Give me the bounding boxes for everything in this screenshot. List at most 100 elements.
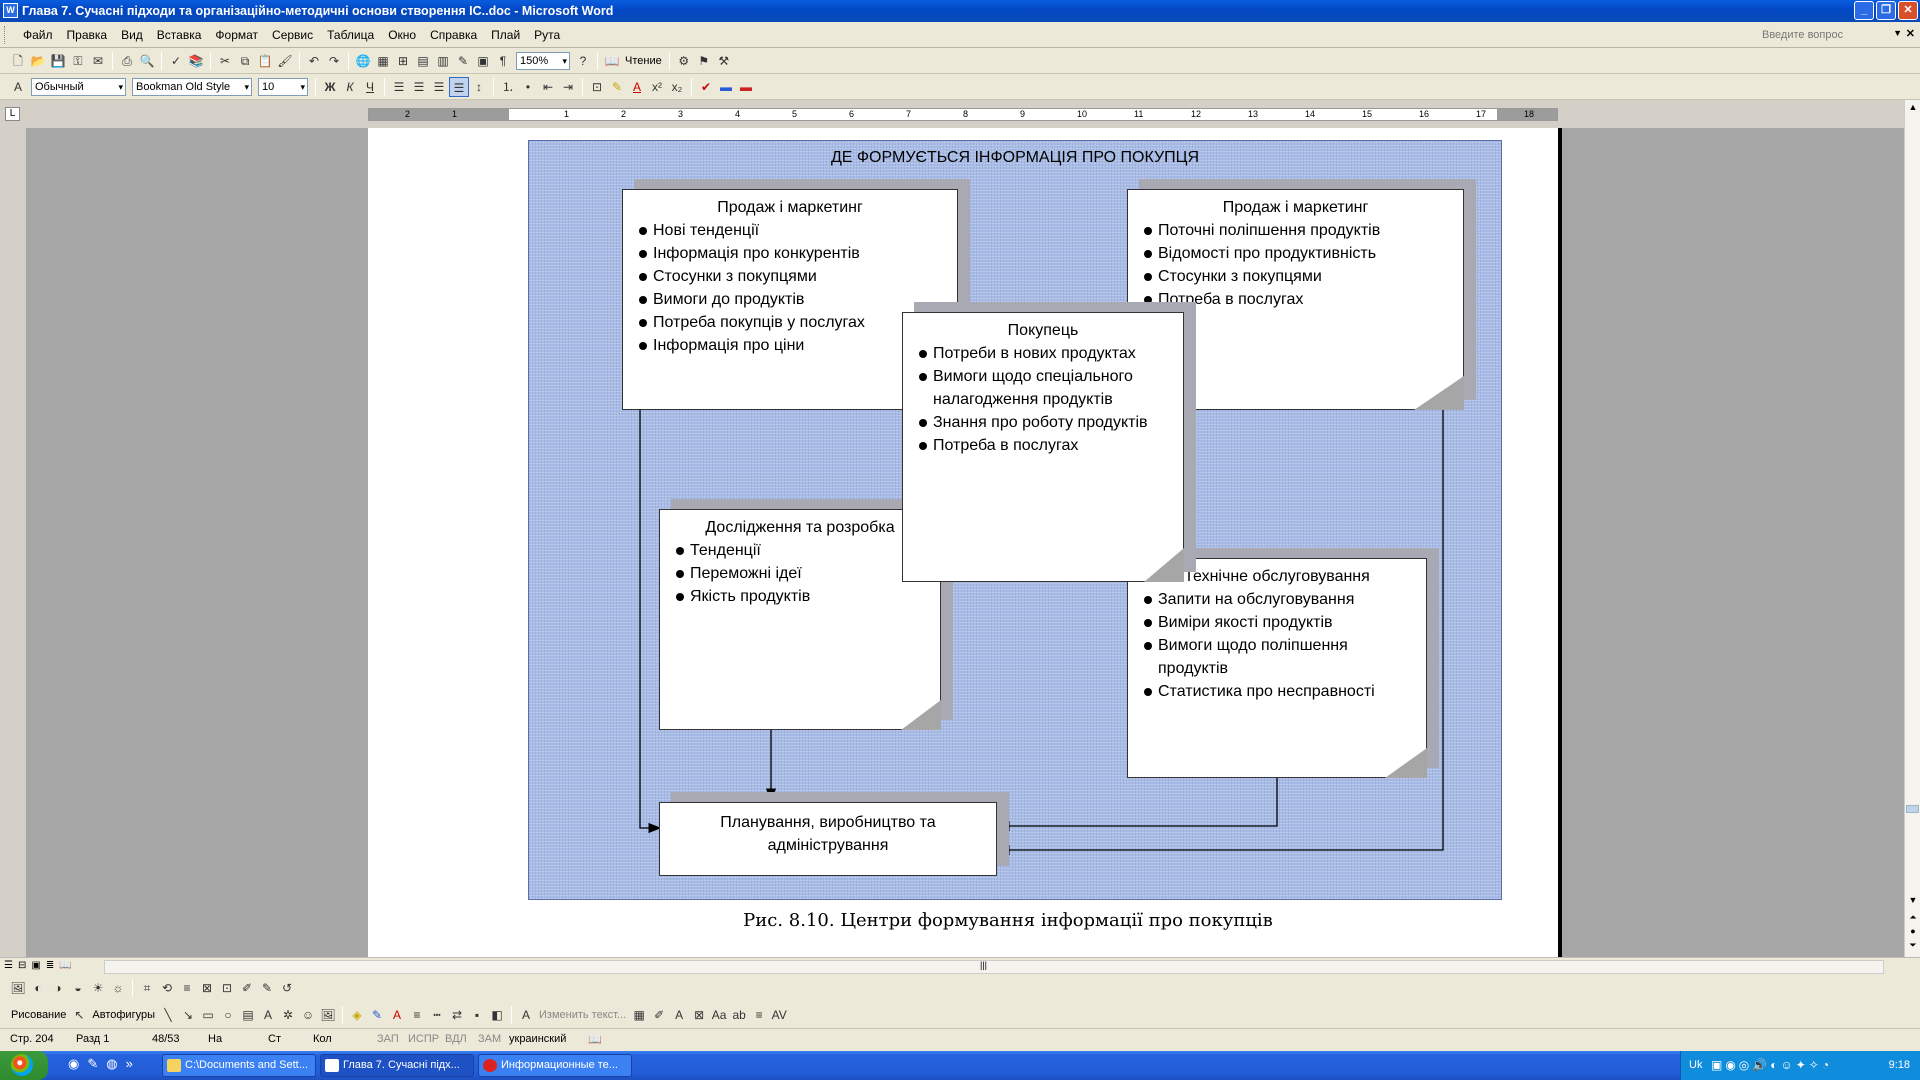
menu-table[interactable]: Таблица (320, 28, 381, 42)
task-opera[interactable]: Информационные те... (478, 1054, 632, 1077)
3d-icon[interactable]: ◧ (487, 1005, 507, 1025)
oval-icon[interactable]: ○ (218, 1005, 238, 1025)
highlight-icon[interactable]: ✎ (607, 77, 627, 97)
increase-indent-icon[interactable]: ⇥ (558, 77, 578, 97)
vertical-text-icon[interactable]: ab (729, 1005, 749, 1025)
diagram-icon[interactable]: ✲ (278, 1005, 298, 1025)
compress-icon[interactable]: ⊠ (197, 978, 217, 998)
status-language[interactable]: украинский (509, 1033, 566, 1045)
styles-pane-icon[interactable]: A (8, 77, 28, 97)
ruler-track[interactable]: 2 1 1 2 3 4 5 6 7 8 9 10 11 12 13 14 15 … (368, 108, 1558, 121)
vertical-scrollbar[interactable]: ▲ ▼ ⏶ ● ⏷ (1904, 100, 1920, 957)
box-customer[interactable]: Покупець Потреби в нових продуктах Вимог… (902, 312, 1184, 582)
messenger-icon[interactable]: ◉ (68, 1056, 79, 1072)
web-view-icon[interactable]: ⊟ (18, 960, 26, 971)
start-button[interactable] (0, 1051, 48, 1080)
arrow-style-icon[interactable]: ⇄ (447, 1005, 467, 1025)
task-explorer[interactable]: C:\Documents and Sett... (162, 1054, 316, 1077)
h-scroll-track[interactable] (104, 960, 1884, 974)
more-contrast-icon[interactable]: ◑ (48, 978, 68, 998)
drawing-icon[interactable]: ✎ (453, 51, 473, 71)
menu-tools[interactable]: Сервис (265, 28, 320, 42)
show-formatting-icon[interactable]: ¶ (493, 51, 513, 71)
clipart-icon[interactable]: ☺ (298, 1005, 318, 1025)
browser-icon[interactable]: ◍ (106, 1056, 117, 1072)
arrow-icon[interactable]: ↘ (178, 1005, 198, 1025)
redo-icon[interactable]: ↷ (324, 51, 344, 71)
more-brightness-icon[interactable]: ☀ (88, 978, 108, 998)
outline-view-icon[interactable]: ≣ (46, 960, 54, 971)
research-icon[interactable]: 📚 (186, 51, 206, 71)
tab-selector[interactable]: L (5, 107, 20, 121)
format-painter-icon[interactable]: 🖌 (275, 51, 295, 71)
shadow-icon[interactable]: ▪ (467, 1005, 487, 1025)
close-icon[interactable]: ✕ (1898, 1, 1918, 20)
edit-text-button[interactable]: Изменить текст... (536, 1009, 629, 1021)
chevron-down-icon[interactable]: ▼ (1893, 28, 1902, 38)
browse-object-icon[interactable]: ● (1905, 926, 1920, 936)
justify-icon[interactable]: ☰ (449, 77, 469, 97)
edit-icon[interactable]: ✎ (87, 1056, 98, 1072)
ua-flag-icon[interactable]: ▬ (716, 77, 736, 97)
toolbar-grip[interactable] (4, 26, 7, 44)
status-rec[interactable]: ЗАП (377, 1033, 399, 1045)
draw-font-color-icon[interactable]: A (387, 1005, 407, 1025)
same-letter-heights-icon[interactable]: Aa (709, 1005, 729, 1025)
hyperlink-icon[interactable]: 🌐 (353, 51, 373, 71)
ru-flag-icon[interactable]: ▬ (736, 77, 756, 97)
normal-view-icon[interactable]: ☰ (4, 960, 13, 971)
subscript-icon[interactable]: x₂ (667, 77, 687, 97)
menu-file[interactable]: Файл (16, 28, 60, 42)
print-view-icon[interactable]: ▣ (31, 960, 40, 971)
less-contrast-icon[interactable]: ◒ (68, 978, 88, 998)
wordart-gallery-icon[interactable]: ▦ (629, 1005, 649, 1025)
line-spacing-icon[interactable]: ↕ (469, 77, 489, 97)
align-center-icon[interactable]: ☰ (409, 77, 429, 97)
checkmark-icon[interactable]: ✔ (696, 77, 716, 97)
line-style-icon[interactable]: ≡ (177, 978, 197, 998)
numbering-icon[interactable]: ⒈ (498, 77, 518, 97)
undo-icon[interactable]: ↶ (304, 51, 324, 71)
ask-question-input[interactable]: Введите вопрос (1758, 26, 1888, 44)
format-picture-icon[interactable]: ✐ (237, 978, 257, 998)
document-close-icon[interactable]: ✕ (1906, 27, 1915, 40)
format-wordart-icon[interactable]: ✐ (649, 1005, 669, 1025)
select-objects-icon[interactable]: ↖ (69, 1005, 89, 1025)
rotate-icon[interactable]: ⟲ (157, 978, 177, 998)
draw-menu-button[interactable]: Рисование (8, 1009, 69, 1021)
task-word[interactable]: Глава 7. Сучасні підх... (320, 1054, 474, 1077)
alignment-icon[interactable]: ≡ (749, 1005, 769, 1025)
line-color-icon[interactable]: ✎ (367, 1005, 387, 1025)
menu-edit[interactable]: Правка (60, 28, 115, 42)
text-wrap-icon[interactable]: ⊡ (217, 978, 237, 998)
more-icon[interactable]: » (126, 1056, 133, 1072)
next-page-icon[interactable]: ⏷ (1905, 940, 1920, 951)
line-weight-icon[interactable]: ≡ (407, 1005, 427, 1025)
h-scroll-thumb[interactable]: ||| (980, 960, 987, 970)
menu-insert[interactable]: Вставка (150, 28, 209, 42)
tables-borders-icon[interactable]: ▦ (373, 51, 393, 71)
word-app-icon[interactable]: W (3, 3, 18, 18)
permission-icon[interactable]: ⚿ (68, 51, 88, 71)
language-indicator[interactable]: Uk (1689, 1059, 1702, 1071)
box-planning-production[interactable]: Планування, виробництво та адмініструван… (659, 802, 997, 876)
spelling-icon[interactable]: ✓ (166, 51, 186, 71)
scroll-up-icon[interactable]: ▲ (1905, 102, 1920, 112)
dash-style-icon[interactable]: ┅ (427, 1005, 447, 1025)
autoshapes-button[interactable]: Автофигуры (89, 1009, 158, 1021)
horizontal-scrollbar[interactable]: ☰ ⊟ ▣ ≣ 📖 ||| (0, 957, 1920, 975)
wordart-insert-icon[interactable]: A (516, 1005, 536, 1025)
wordart-icon[interactable]: A (258, 1005, 278, 1025)
align-right-icon[interactable]: ☰ (429, 77, 449, 97)
cut-icon[interactable]: ✂ (215, 51, 235, 71)
style-select[interactable]: Обычный (31, 78, 126, 96)
spelling-status-icon[interactable]: 📖 (588, 1033, 602, 1046)
status-ext[interactable]: ВДЛ (445, 1033, 467, 1045)
set-transparent-icon[interactable]: ✎ (257, 978, 277, 998)
text-wrapping-icon[interactable]: ⊠ (689, 1005, 709, 1025)
insert-picture-icon[interactable]: 🖼 (8, 978, 28, 998)
italic-icon[interactable]: К (340, 77, 360, 97)
font-color-icon[interactable]: A (627, 77, 647, 97)
insert-table-icon[interactable]: ⊞ (393, 51, 413, 71)
document-map-icon[interactable]: ▣ (473, 51, 493, 71)
